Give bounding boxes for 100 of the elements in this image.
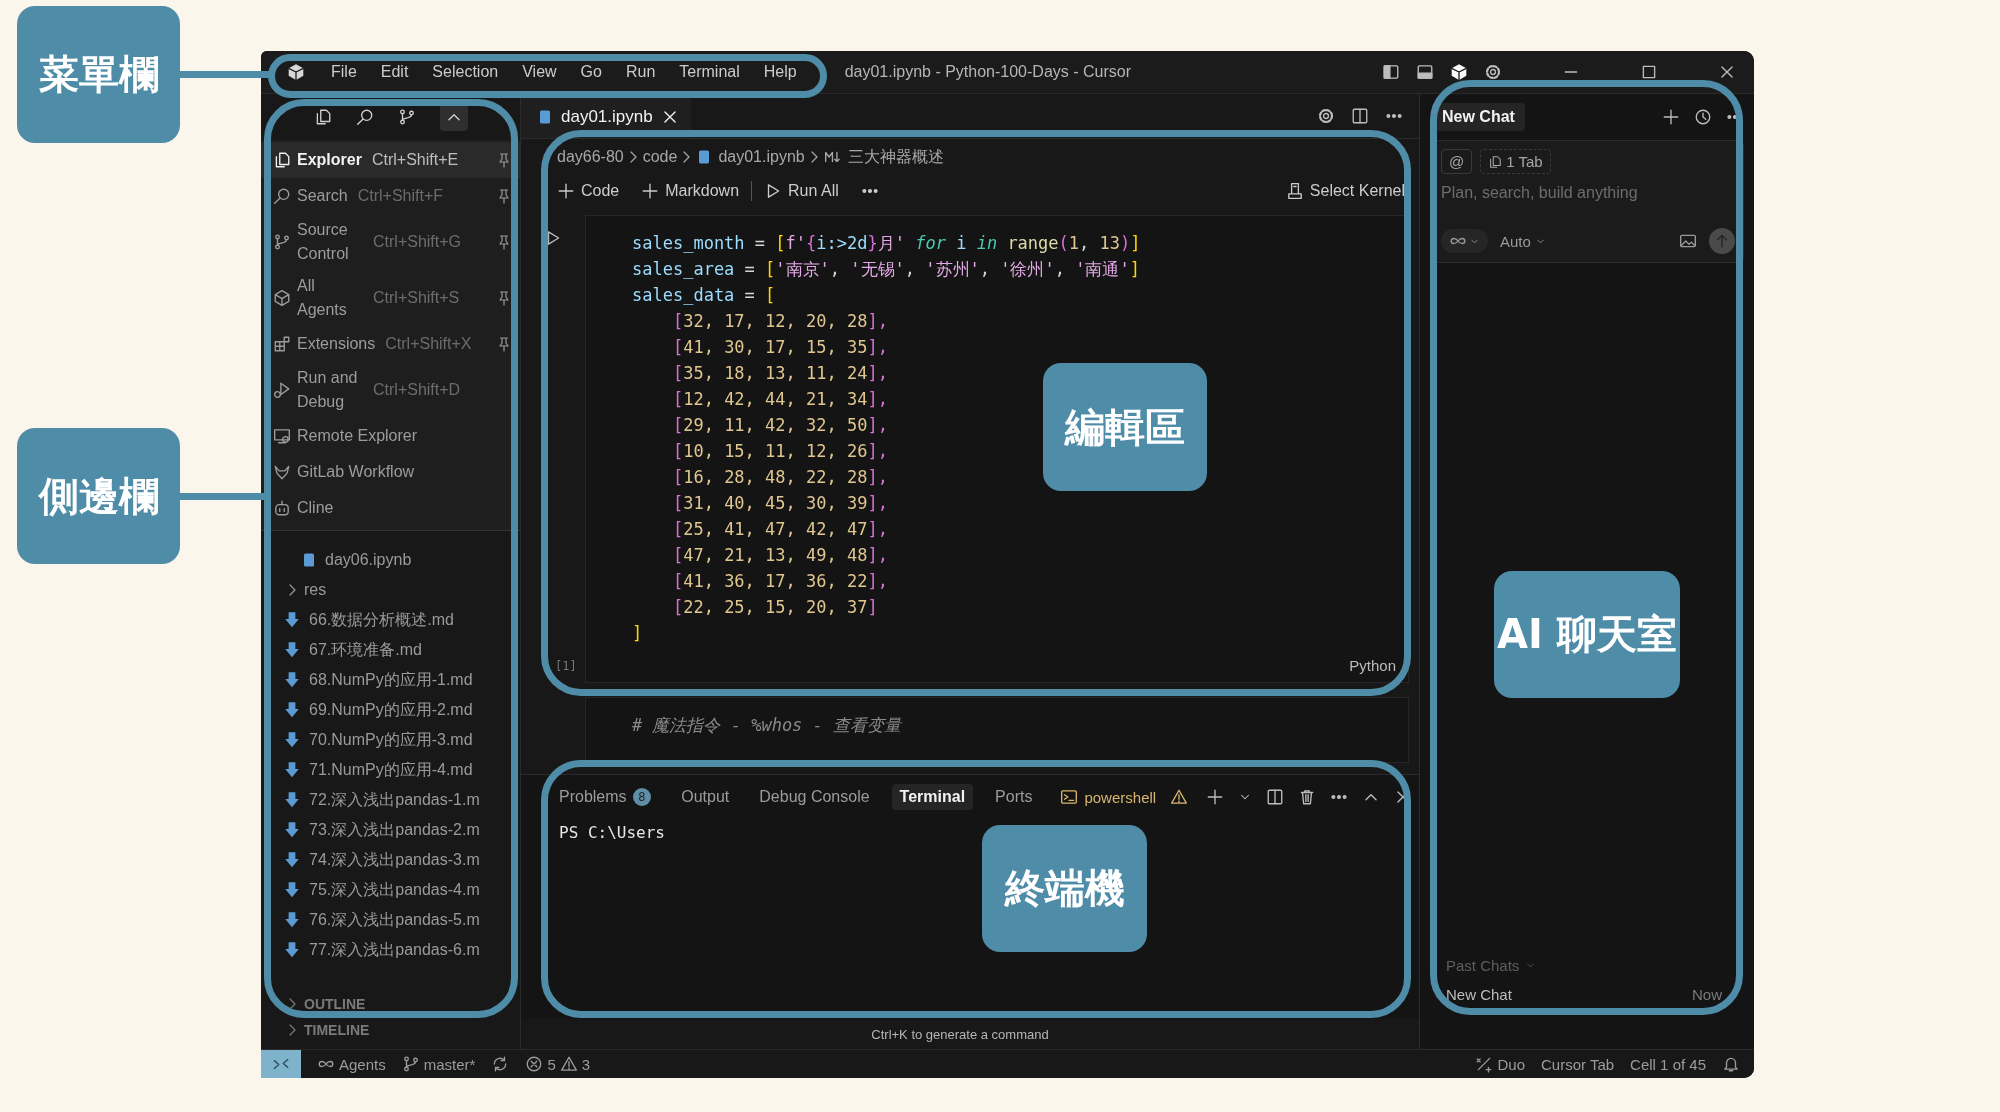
tree-item[interactable]: res xyxy=(283,575,520,605)
code-cell[interactable]: # 魔法指令 - %whos - 查看变量 xyxy=(585,697,1409,763)
breadcrumb-item[interactable]: code xyxy=(642,148,678,166)
menu-item[interactable]: View xyxy=(510,63,569,81)
view-menu-item[interactable]: Search Ctrl+Shift+F xyxy=(261,178,520,214)
callout-label: 菜單欄 xyxy=(17,6,180,143)
breadcrumb-item[interactable]: 三大神器概述 xyxy=(823,146,944,168)
status-item[interactable]: Duo xyxy=(1475,1055,1525,1073)
run-all-button[interactable]: Run All xyxy=(764,182,839,200)
down-arrow-icon xyxy=(283,941,301,959)
cube-icon xyxy=(273,289,291,307)
bell-icon[interactable] xyxy=(1722,1055,1740,1073)
plus-icon xyxy=(641,182,660,200)
breadcrumb-item[interactable]: day01.ipynb xyxy=(696,148,805,166)
menu-item[interactable]: Edit xyxy=(368,63,421,81)
execution-count: [1] xyxy=(554,659,577,673)
view-menu-item[interactable]: All Agents Ctrl+Shift+S xyxy=(261,270,520,326)
menu-item[interactable]: Help xyxy=(751,63,809,81)
close-icon[interactable] xyxy=(1718,63,1736,81)
plus-icon[interactable] xyxy=(1206,788,1225,806)
server-icon xyxy=(1285,182,1304,200)
mention-button[interactable]: @ xyxy=(1441,149,1473,174)
panel-toggle-icon[interactable] xyxy=(1416,63,1434,81)
chevron-right-icon xyxy=(629,151,637,163)
menu-item[interactable]: Run xyxy=(613,63,668,81)
context-chip[interactable]: 1 Tab xyxy=(1480,149,1551,174)
add-code-button[interactable]: Code xyxy=(557,182,620,200)
branch-icon[interactable] xyxy=(397,108,416,126)
warning-icon xyxy=(1170,788,1189,806)
status-item[interactable]: Cursor Tab xyxy=(1541,1055,1615,1073)
tree-item[interactable]: 74.深入浅出pandas-3.m xyxy=(283,845,520,875)
split-terminal-icon[interactable] xyxy=(1266,788,1285,806)
callout-label: 編輯區 xyxy=(1043,363,1207,491)
tree-item[interactable]: 73.深入浅出pandas-2.m xyxy=(283,815,520,845)
tree-item[interactable]: 68.NumPy的应用-1.md xyxy=(283,665,520,695)
down-arrow-icon xyxy=(283,611,301,629)
panel-tab[interactable]: Ports xyxy=(987,784,1041,810)
code-line: [16, 28, 48, 22, 28], xyxy=(671,466,888,489)
search-icon[interactable] xyxy=(355,108,374,126)
select-kernel-button[interactable]: Select Kernel xyxy=(1285,182,1405,200)
tree-item[interactable]: 66.数据分析概述.md xyxy=(283,605,520,635)
menu-item[interactable]: Go xyxy=(568,63,614,81)
chat-input-field[interactable]: Plan, search, build anything xyxy=(1441,178,1735,224)
panel-tab[interactable]: Output xyxy=(673,784,738,810)
play-bug-icon xyxy=(273,381,291,399)
down-arrow-icon xyxy=(283,881,301,899)
settings-icon[interactable] xyxy=(1484,63,1502,81)
panel-tab[interactable]: Problems 8 xyxy=(551,784,660,810)
language-label[interactable]: Python xyxy=(1349,657,1396,674)
tree-item[interactable]: 77.深入浅出pandas-6.m xyxy=(283,935,520,965)
tree-item[interactable]: 76.深入浅出pandas-5.m xyxy=(283,905,520,935)
view-menu-item[interactable]: Explorer Ctrl+Shift+E xyxy=(261,142,520,178)
problems-button[interactable]: 5 3 xyxy=(525,1055,591,1073)
sidebar-toggle-icon[interactable] xyxy=(1382,63,1400,81)
sparkle-slash-icon xyxy=(1475,1055,1494,1073)
split-editor-icon[interactable] xyxy=(1351,107,1369,125)
view-menu-item[interactable]: GitLab Workflow xyxy=(261,454,520,490)
tree-item[interactable]: 69.NumPy的应用-2.md xyxy=(283,695,520,725)
window-title: day01.ipynb - Python-100-Days - Cursor xyxy=(844,63,1131,81)
tree-item[interactable]: day06.ipynb xyxy=(283,545,520,575)
fox-icon xyxy=(273,463,291,481)
plus-icon[interactable] xyxy=(1662,108,1680,126)
chat-history-item[interactable]: New Chat Now xyxy=(1446,986,1722,1003)
code-line: [41, 30, 17, 15, 35], xyxy=(671,336,888,359)
chevron-right-icon xyxy=(810,151,818,163)
tree-item[interactable]: 75.深入浅出pandas-4.m xyxy=(283,875,520,905)
view-menu-item[interactable]: Remote Explorer xyxy=(261,418,520,454)
shell-selector[interactable]: powershell xyxy=(1060,788,1157,806)
image-icon[interactable] xyxy=(1679,232,1697,250)
status-item[interactable]: Cell 1 of 45 xyxy=(1630,1055,1706,1073)
add-markdown-button[interactable]: Markdown xyxy=(641,182,740,200)
agent-mode-dropdown[interactable] xyxy=(1441,229,1488,253)
section-header[interactable]: OUTLINE xyxy=(261,991,520,1017)
agents-button[interactable]: Agents xyxy=(317,1055,386,1073)
history-icon[interactable] xyxy=(1694,108,1712,126)
panel-tab[interactable]: Terminal xyxy=(891,784,974,810)
settings-icon[interactable] xyxy=(1317,107,1335,125)
chevron-right-icon xyxy=(683,151,691,163)
tree-item[interactable]: 72.深入浅出pandas-1.m xyxy=(283,785,520,815)
view-menu-item[interactable]: Cline xyxy=(261,490,520,526)
branch-button[interactable]: master* xyxy=(401,1055,476,1073)
model-dropdown[interactable]: Auto xyxy=(1500,232,1546,250)
cube-icon[interactable] xyxy=(1450,63,1468,81)
code-line: [31, 40, 45, 30, 39], xyxy=(671,492,888,515)
maximize-icon[interactable] xyxy=(1640,63,1658,81)
robot-icon xyxy=(273,499,291,517)
menu-item[interactable]: Selection xyxy=(420,63,511,81)
menu-item[interactable]: File xyxy=(319,63,369,81)
tree-item[interactable]: 67.环境准备.md xyxy=(283,635,520,665)
code-cell[interactable] xyxy=(585,215,1409,683)
view-menu-item[interactable]: Extensions Ctrl+Shift+X xyxy=(261,326,520,362)
view-menu-item[interactable]: Source Control Ctrl+Shift+G xyxy=(261,214,520,270)
panel-tab[interactable]: Debug Console xyxy=(751,784,878,810)
menu-item[interactable]: Terminal xyxy=(667,63,752,81)
code-line: [29, 11, 42, 32, 50], xyxy=(671,414,888,437)
code-line: [35, 18, 13, 11, 24], xyxy=(671,362,888,385)
section-header[interactable]: TIMELINE xyxy=(261,1017,520,1043)
tree-item[interactable]: 70.NumPy的应用-3.md xyxy=(283,725,520,755)
tree-item[interactable]: 71.NumPy的应用-4.md xyxy=(283,755,520,785)
breadcrumb-item[interactable]: day66-80 xyxy=(557,148,624,166)
